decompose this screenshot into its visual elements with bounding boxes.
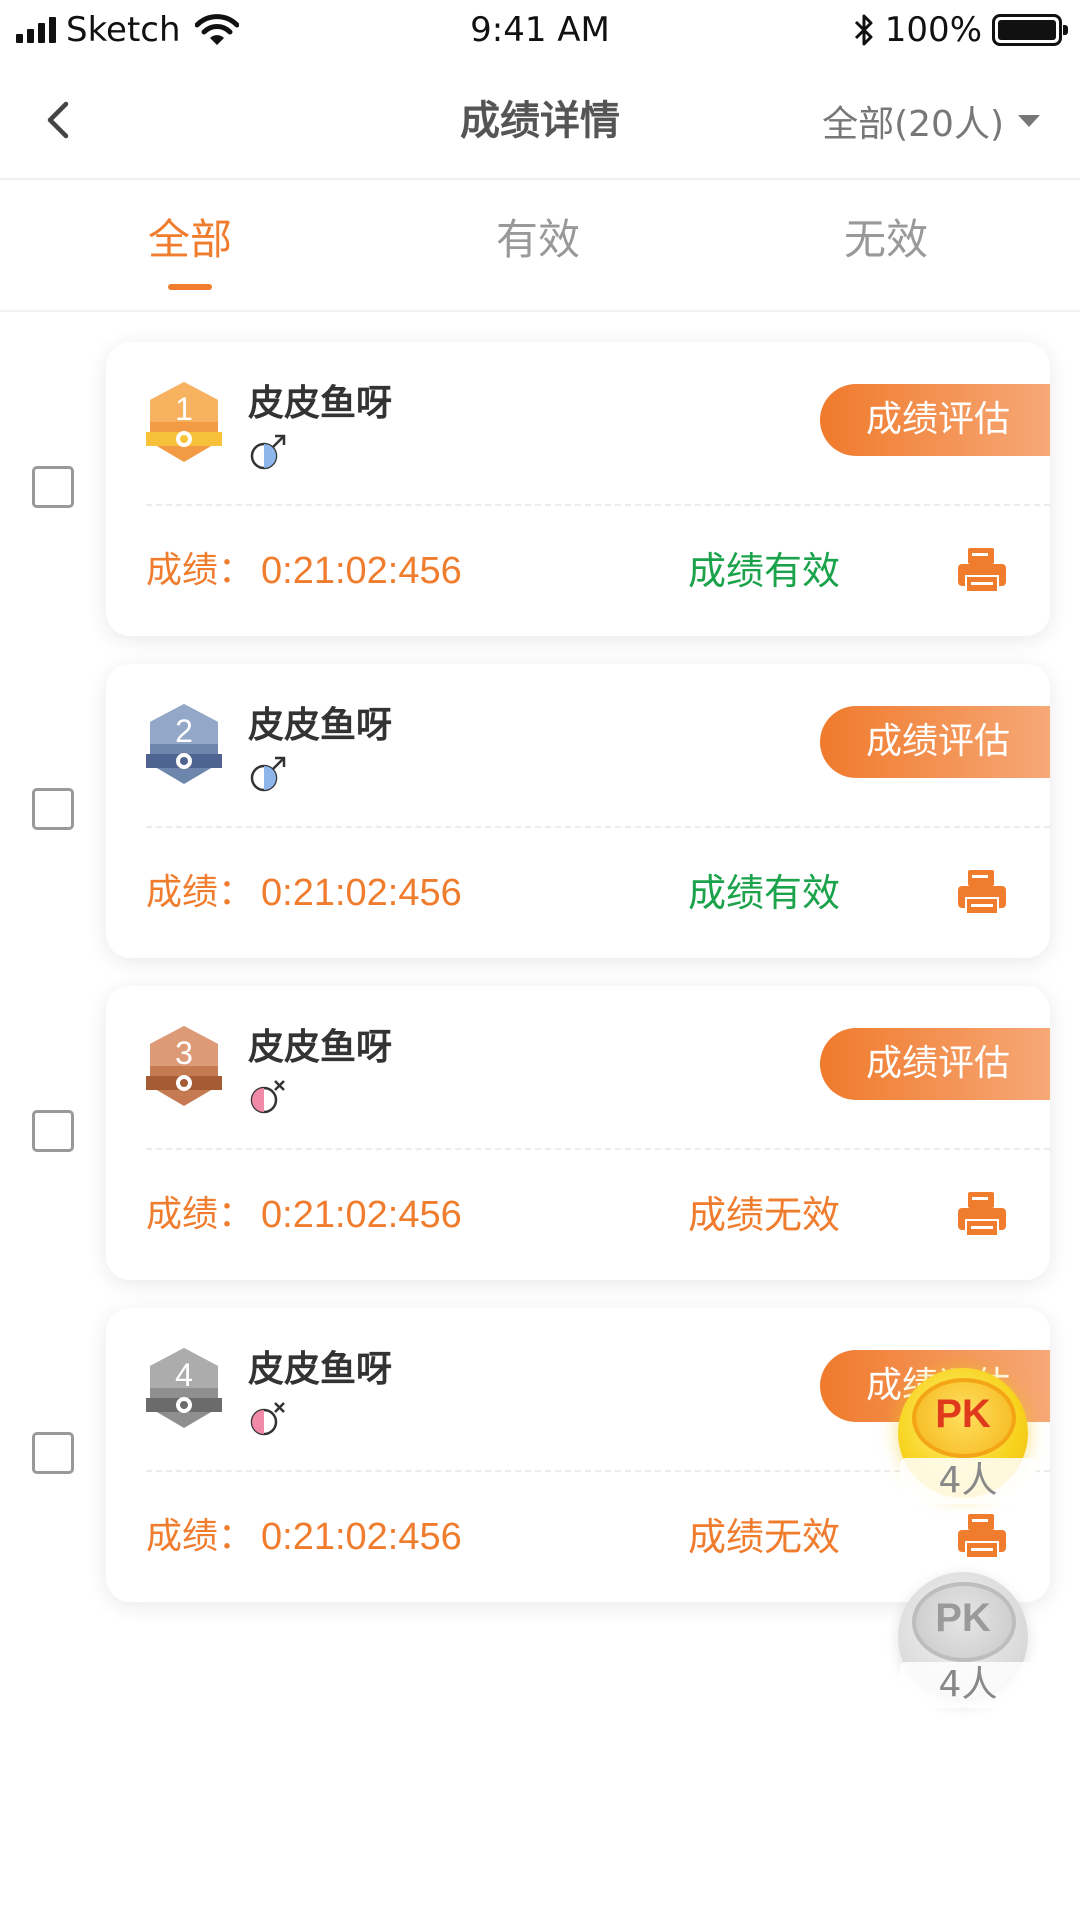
tab-label: 有效 <box>495 215 580 264</box>
score-card: 1 皮皮鱼呀 成绩评估 成绩： 0:21:02:456 成绩有效 <box>106 342 1050 636</box>
divider <box>146 1148 1050 1150</box>
score-value: 0:21:02:456 <box>261 1516 462 1558</box>
battery-percent: 100% <box>884 10 982 50</box>
status-badge: 成绩有效 <box>688 871 841 915</box>
rank-number: 2 <box>175 713 193 749</box>
score-value: 0:21:02:456 <box>261 1194 462 1236</box>
male-icon <box>250 434 286 470</box>
athlete-name: 皮皮鱼呀 <box>248 1349 393 1390</box>
list-item: 1 皮皮鱼呀 成绩评估 成绩： 0:21:02:456 成绩有效 <box>0 342 1080 640</box>
chevron-down-icon <box>1018 115 1040 127</box>
tab-label: 全部 <box>147 215 232 264</box>
score-value: 0:21:02:456 <box>261 550 462 592</box>
list-item: 2 皮皮鱼呀 成绩评估 成绩： 0:21:02:456 成绩有效 <box>0 664 1080 962</box>
list-item: 3 皮皮鱼呀 成绩评估 成绩： 0:21:02:456 成绩无效 <box>0 986 1080 1284</box>
rank-badge-silver-icon: 2 <box>146 704 222 784</box>
score-label: 成绩： <box>146 550 255 591</box>
nav-bar: 成绩详情 全部(20人) <box>0 60 1080 180</box>
female-icon <box>250 1080 285 1114</box>
status-bar: Sketch 9:41 AM 100% <box>0 0 1080 60</box>
printer-icon[interactable] <box>954 1508 1010 1564</box>
male-icon <box>250 756 286 792</box>
rank-badge-gray-icon: 4 <box>146 1348 222 1428</box>
rank-number: 3 <box>175 1035 193 1071</box>
score-card: 3 皮皮鱼呀 成绩评估 成绩： 0:21:02:456 成绩无效 <box>106 986 1050 1280</box>
score-value: 0:21:02:456 <box>261 872 462 914</box>
select-checkbox[interactable] <box>32 466 74 508</box>
printer-icon[interactable] <box>954 542 1010 598</box>
evaluate-button[interactable]: 成绩评估 <box>820 706 1050 778</box>
printer-icon[interactable] <box>954 1186 1010 1242</box>
evaluate-button[interactable]: 成绩评估 <box>820 384 1050 456</box>
pk-label: PK <box>935 1392 991 1436</box>
select-checkbox[interactable] <box>32 788 74 830</box>
filter-label: 全部(20人) <box>822 104 1004 145</box>
select-checkbox[interactable] <box>32 1432 74 1474</box>
select-checkbox[interactable] <box>32 1110 74 1152</box>
filter-dropdown[interactable]: 全部(20人) <box>822 96 1040 146</box>
female-icon <box>250 1402 285 1436</box>
pk-count: 4人 <box>900 1458 1036 1504</box>
status-badge: 成绩无效 <box>688 1515 841 1559</box>
rank-number: 4 <box>175 1357 193 1393</box>
athlete-name: 皮皮鱼呀 <box>248 383 393 424</box>
divider <box>146 504 1050 506</box>
athlete-name: 皮皮鱼呀 <box>248 705 393 746</box>
tab-valid[interactable]: 有效 <box>438 212 638 268</box>
rank-badge-bronze-icon: 3 <box>146 1026 222 1106</box>
score-label: 成绩： <box>146 1194 255 1235</box>
rank-number: 1 <box>175 391 193 427</box>
score-label: 成绩： <box>146 872 255 913</box>
bluetooth-icon <box>854 14 873 46</box>
tab-all[interactable]: 全部 <box>90 212 290 290</box>
battery-icon <box>992 14 1068 46</box>
printer-icon[interactable] <box>954 864 1010 920</box>
pk-count: 4人 <box>900 1662 1036 1708</box>
pk-button-inactive[interactable]: PK 4人 <box>888 1566 1038 1716</box>
athlete-name: 皮皮鱼呀 <box>248 1027 393 1068</box>
pk-label: PK <box>935 1596 991 1640</box>
divider <box>146 826 1050 828</box>
evaluate-button[interactable]: 成绩评估 <box>820 1028 1050 1100</box>
tab-label: 无效 <box>843 215 928 264</box>
tab-invalid[interactable]: 无效 <box>786 212 986 268</box>
tab-active-indicator <box>168 284 212 290</box>
status-badge: 成绩无效 <box>688 1193 841 1237</box>
status-badge: 成绩有效 <box>688 549 841 593</box>
pk-button-active[interactable]: PK 4人 <box>888 1362 1038 1512</box>
score-label: 成绩： <box>146 1516 255 1557</box>
rank-badge-gold-icon: 1 <box>146 382 222 462</box>
score-card: 2 皮皮鱼呀 成绩评估 成绩： 0:21:02:456 成绩有效 <box>106 664 1050 958</box>
tab-bar: 全部 有效 无效 <box>0 182 1080 312</box>
